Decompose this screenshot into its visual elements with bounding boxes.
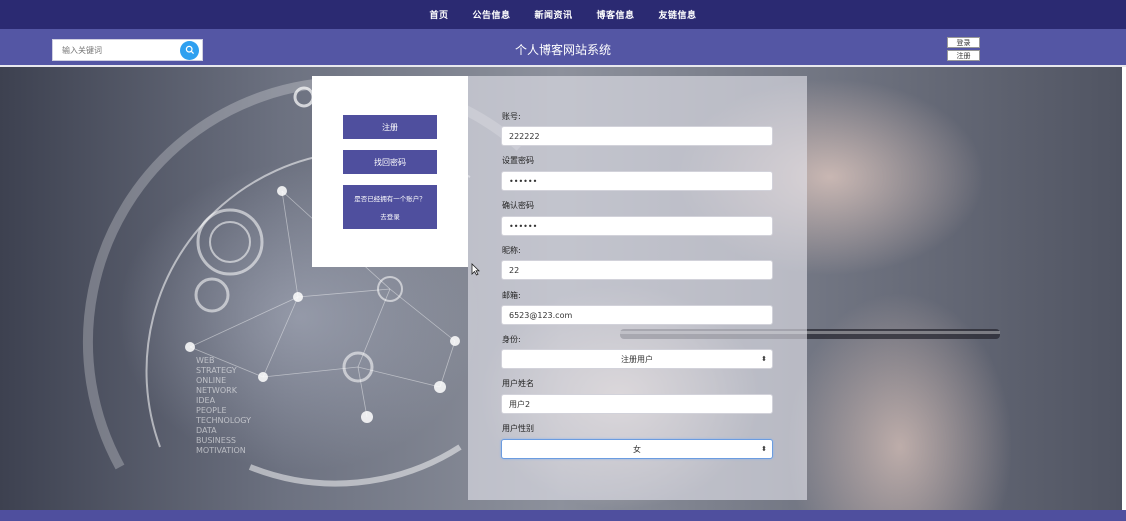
svg-text:MOTIVATION: MOTIVATION bbox=[196, 446, 246, 455]
nav-news[interactable]: 新闻资讯 bbox=[522, 8, 584, 21]
svg-text:NETWORK: NETWORK bbox=[196, 386, 238, 395]
nickname-input[interactable]: 22 bbox=[501, 260, 773, 280]
user-name-input[interactable]: 用户2 bbox=[501, 394, 773, 414]
mouse-cursor-icon bbox=[471, 263, 480, 276]
register-header-button[interactable]: 注册 bbox=[947, 50, 980, 61]
side-panel: 注册 找回密码 是否已经拥有一个账户？ 去登录 bbox=[312, 76, 468, 267]
footer-bar bbox=[0, 510, 1126, 521]
svg-text:BUSINESS: BUSINESS bbox=[196, 436, 236, 445]
header-bar: 个人博客网站系统 登录 注册 bbox=[0, 29, 1126, 67]
nav-blogs[interactable]: 博客信息 bbox=[585, 8, 647, 21]
nav-links[interactable]: 友链信息 bbox=[647, 8, 709, 21]
top-nav: 首页 公告信息 新闻资讯 博客信息 友链信息 bbox=[0, 0, 1126, 29]
gender-value: 女 bbox=[633, 444, 641, 454]
gender-select[interactable]: 女 ⬍ bbox=[501, 439, 773, 459]
svg-text:IDEA: IDEA bbox=[196, 396, 216, 405]
confirm-password-input[interactable]: •••••• bbox=[501, 216, 773, 236]
gender-label: 用户性别 bbox=[502, 424, 534, 433]
register-button[interactable]: 注册 bbox=[343, 115, 437, 139]
svg-text:TECHNOLOGY: TECHNOLOGY bbox=[195, 416, 251, 425]
role-select[interactable]: 注册用户 ⬍ bbox=[501, 349, 773, 369]
svg-text:WEB: WEB bbox=[196, 356, 214, 365]
role-value: 注册用户 bbox=[621, 354, 653, 364]
nav-home[interactable]: 首页 bbox=[417, 8, 460, 21]
confirm-password-label: 确认密码 bbox=[502, 201, 534, 210]
account-input[interactable]: 222222 bbox=[501, 126, 773, 146]
svg-text:DATA: DATA bbox=[196, 426, 217, 435]
password-input[interactable]: •••••• bbox=[501, 171, 773, 191]
user-name-label: 用户姓名 bbox=[502, 379, 534, 388]
select-arrow-icon: ⬍ bbox=[761, 445, 767, 453]
role-label: 身份: bbox=[502, 335, 521, 344]
email-label: 邮箱: bbox=[502, 291, 521, 300]
account-label: 账号: bbox=[502, 112, 521, 121]
forgot-password-button[interactable]: 找回密码 bbox=[343, 150, 437, 174]
go-login-button[interactable]: 是否已经拥有一个账户？ 去登录 bbox=[343, 185, 437, 229]
go-login-text: 去登录 bbox=[380, 213, 400, 221]
svg-text:PEOPLE: PEOPLE bbox=[196, 406, 227, 415]
page-edge bbox=[1122, 67, 1126, 510]
svg-text:STRATEGY: STRATEGY bbox=[196, 366, 237, 375]
password-label: 设置密码 bbox=[502, 156, 534, 165]
select-arrow-icon: ⬍ bbox=[761, 355, 767, 363]
has-account-text: 是否已经拥有一个账户？ bbox=[354, 195, 426, 203]
nickname-label: 昵称: bbox=[502, 246, 521, 255]
nav-announcements[interactable]: 公告信息 bbox=[460, 8, 522, 21]
registration-form: 账号: 222222 设置密码 •••••• 确认密码 •••••• 昵称: 2… bbox=[468, 76, 807, 500]
svg-text:ONLINE: ONLINE bbox=[196, 376, 226, 385]
login-button[interactable]: 登录 bbox=[947, 37, 980, 48]
email-input[interactable]: 6523@123.com bbox=[501, 305, 773, 325]
